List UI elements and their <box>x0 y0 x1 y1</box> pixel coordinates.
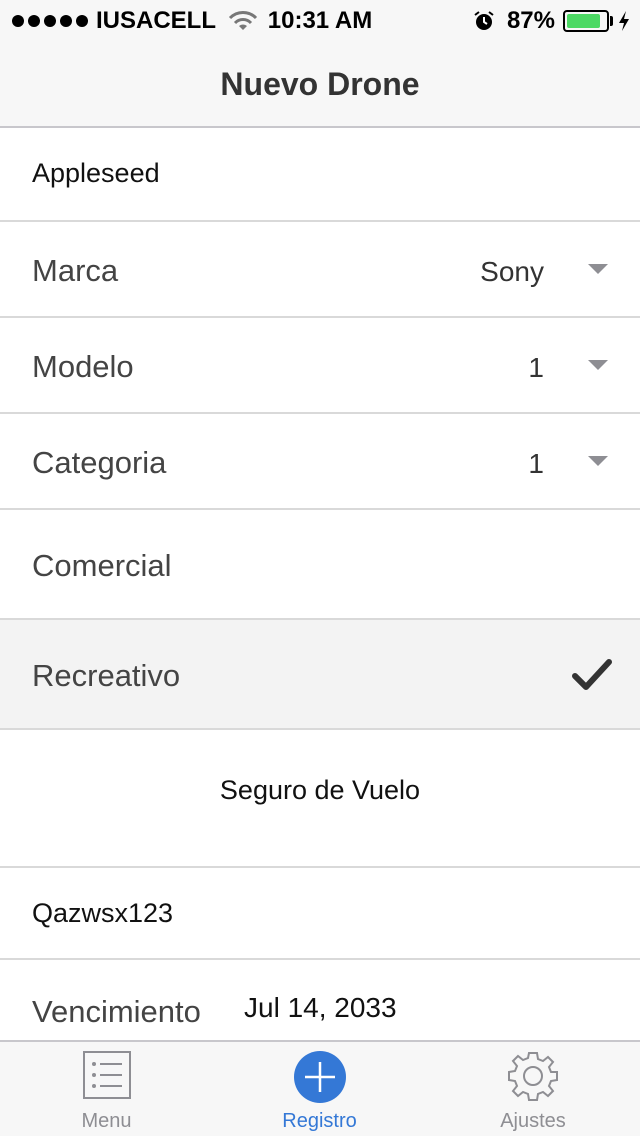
expiry-date-field[interactable]: Vencimiento Jul 14, 2033 <box>0 960 640 1040</box>
category-picker[interactable]: Categoria 1 <box>0 414 640 510</box>
battery-nub <box>610 16 613 26</box>
navigation-bar: Nuevo Drone <box>0 40 640 128</box>
alarm-icon <box>474 11 494 30</box>
tab-ajustes[interactable]: Ajustes <box>426 1042 640 1138</box>
option-label-recreativo: Recreativo <box>32 658 181 693</box>
battery-icon <box>563 10 609 32</box>
model-value: 1 <box>528 352 544 383</box>
brand-value: Sony <box>480 256 544 287</box>
policy-number-field[interactable]: Qazwsx123 <box>0 868 640 960</box>
owner-name-field[interactable]: Appleseed <box>0 128 640 222</box>
charging-bolt-icon <box>619 11 629 31</box>
battery-level-fill <box>567 14 600 28</box>
page-title: Nuevo Drone <box>220 66 420 102</box>
category-value: 1 <box>528 448 544 479</box>
checkmark-icon <box>572 659 612 690</box>
policy-number-value: Qazwsx123 <box>32 898 174 928</box>
expiry-label: Vencimiento <box>32 994 201 1029</box>
tab-label-menu: Menu <box>81 1110 132 1132</box>
insurance-header-text: Seguro de Vuelo <box>219 775 421 805</box>
insurance-section-header: Seguro de Vuelo <box>0 730 640 868</box>
status-bar: IUSACELL 10:31 AM 87% <box>0 0 640 40</box>
tab-bar: Menu Registro Ajustes <box>0 1040 640 1136</box>
tab-label-registro: Registro <box>282 1110 357 1132</box>
tab-label-ajustes: Ajustes <box>500 1110 566 1132</box>
tab-menu[interactable]: Menu <box>0 1042 213 1138</box>
owner-name-value: Appleseed <box>32 158 160 188</box>
chevron-down-icon <box>588 264 608 274</box>
category-label: Categoria <box>32 445 167 480</box>
chevron-down-icon <box>588 360 608 370</box>
option-row-recreativo[interactable]: Recreativo <box>0 620 640 730</box>
brand-label: Marca <box>32 253 119 288</box>
model-label: Modelo <box>32 349 134 384</box>
battery-percent: 87% <box>506 7 555 34</box>
gear-icon <box>508 1052 558 1101</box>
tab-registro[interactable]: Registro <box>213 1042 426 1138</box>
plus-circle-icon <box>293 1051 346 1103</box>
option-row-comercial[interactable]: Comercial <box>0 510 640 620</box>
option-label-comercial: Comercial <box>32 548 172 583</box>
status-right: 87% <box>473 7 630 35</box>
brand-picker[interactable]: Marca Sony <box>0 222 640 318</box>
model-picker[interactable]: Modelo 1 <box>0 318 640 414</box>
list-icon <box>82 1051 131 1099</box>
chevron-down-icon <box>588 456 608 466</box>
expiry-value: Jul 14, 2033 <box>244 992 397 1023</box>
